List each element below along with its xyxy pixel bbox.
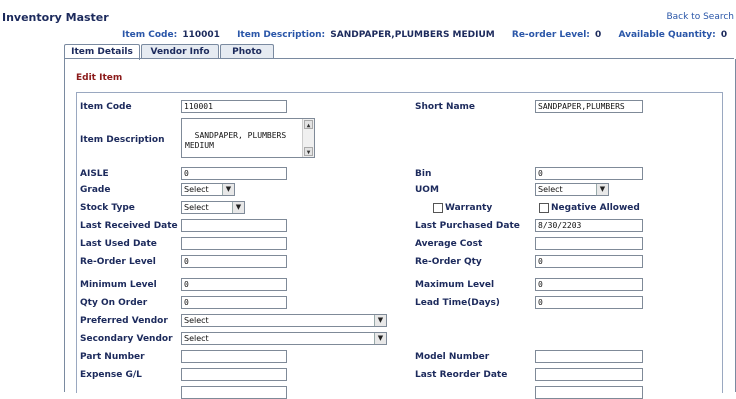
last-received-date-label: Last Received Date bbox=[80, 221, 178, 231]
page-title: Inventory Master bbox=[2, 11, 109, 24]
preferred-vendor-select-value: Select bbox=[184, 316, 209, 325]
summary-available-quantity-value: 0 bbox=[720, 30, 728, 40]
summary-item-description-label: Item Description: bbox=[237, 30, 326, 40]
uom-select-value: Select bbox=[538, 185, 563, 194]
minimum-level-input[interactable]: 0 bbox=[181, 278, 287, 291]
negative-allowed-checkbox[interactable] bbox=[539, 203, 549, 213]
reorder-level-input[interactable]: 0 bbox=[181, 255, 287, 268]
maximum-level-input[interactable]: 0 bbox=[535, 278, 643, 291]
last-purchased-date-input[interactable]: 8/30/2203 bbox=[535, 219, 643, 232]
summary-item-code-label: Item Code: bbox=[122, 30, 178, 40]
part-number-input[interactable] bbox=[181, 350, 287, 363]
lead-time-label: Lead Time(Days) bbox=[415, 298, 500, 308]
tab-photo[interactable]: Photo bbox=[220, 44, 274, 59]
textarea-scrollbar[interactable]: ▲ ▼ bbox=[302, 119, 314, 157]
short-name-input[interactable]: SANDPAPER,PLUMBERS bbox=[535, 100, 643, 113]
item-code-label: Item Code bbox=[80, 102, 132, 112]
lead-time-input[interactable]: 0 bbox=[535, 296, 643, 309]
summary-reorder-level-value: 0 bbox=[595, 30, 602, 40]
summary-item-code-value: 110001 bbox=[182, 30, 220, 40]
chevron-down-icon[interactable]: ▼ bbox=[222, 184, 234, 195]
next-row-input-right[interactable] bbox=[535, 386, 643, 399]
last-reorder-date-input[interactable] bbox=[535, 368, 643, 381]
minimum-level-label: Minimum Level bbox=[80, 280, 157, 290]
aisle-label: AISLE bbox=[80, 169, 109, 179]
uom-select[interactable]: Select ▼ bbox=[535, 183, 609, 196]
preferred-vendor-label: Preferred Vendor bbox=[80, 316, 168, 326]
bin-input[interactable]: 0 bbox=[535, 167, 643, 180]
summary-item-description-value: SANDPAPER,PLUMBERS MEDIUM bbox=[330, 30, 495, 40]
last-received-date-input[interactable] bbox=[181, 219, 287, 232]
item-code-input[interactable]: 110001 bbox=[181, 100, 287, 113]
stock-type-select-value: Select bbox=[184, 203, 209, 212]
grade-label: Grade bbox=[80, 185, 111, 195]
reorder-level-label: Re-Order Level bbox=[80, 257, 156, 267]
chevron-down-icon[interactable]: ▼ bbox=[596, 184, 608, 195]
short-name-label: Short Name bbox=[415, 102, 476, 112]
model-number-input[interactable] bbox=[535, 350, 643, 363]
grade-select[interactable]: Select ▼ bbox=[181, 183, 235, 196]
secondary-vendor-label: Secondary Vendor bbox=[80, 334, 173, 344]
item-description-label: Item Description bbox=[80, 135, 165, 145]
qty-on-order-input[interactable]: 0 bbox=[181, 296, 287, 309]
edit-item-heading: Edit Item bbox=[76, 73, 123, 83]
reorder-qty-label: Re-Order Qty bbox=[415, 257, 482, 267]
chevron-down-icon[interactable]: ▼ bbox=[374, 315, 386, 326]
last-used-date-input[interactable] bbox=[181, 237, 287, 250]
preferred-vendor-select[interactable]: Select ▼ bbox=[181, 314, 387, 327]
aisle-input[interactable]: 0 bbox=[181, 167, 287, 180]
chevron-down-icon[interactable]: ▼ bbox=[232, 202, 244, 213]
reorder-qty-input[interactable]: 0 bbox=[535, 255, 643, 268]
scroll-up-arrow-icon[interactable]: ▲ bbox=[304, 120, 313, 129]
warranty-checkbox[interactable] bbox=[433, 203, 443, 213]
scroll-down-arrow-icon[interactable]: ▼ bbox=[304, 147, 313, 156]
next-row-input-left[interactable] bbox=[181, 386, 287, 399]
expense-gl-label: Expense G/L bbox=[80, 370, 142, 380]
last-purchased-date-label: Last Purchased Date bbox=[415, 221, 520, 231]
bin-label: Bin bbox=[415, 169, 432, 179]
stock-type-select[interactable]: Select ▼ bbox=[181, 201, 245, 214]
last-reorder-date-label: Last Reorder Date bbox=[415, 370, 508, 380]
summary-reorder-level-label: Re-order Level: bbox=[511, 30, 590, 40]
item-description-textarea[interactable]: SANDPAPER, PLUMBERS MEDIUM ▲ ▼ bbox=[181, 118, 315, 158]
maximum-level-label: Maximum Level bbox=[415, 280, 495, 290]
uom-label: UOM bbox=[415, 185, 439, 195]
chevron-down-icon[interactable]: ▼ bbox=[374, 333, 386, 344]
secondary-vendor-select-value: Select bbox=[184, 334, 209, 343]
summary-available-quantity-label: Available Quantity: bbox=[618, 30, 716, 40]
stock-type-label: Stock Type bbox=[80, 203, 135, 213]
item-summary-bar: Item Code: 110001 Item Description: SAND… bbox=[122, 30, 736, 40]
back-to-search-link[interactable]: Back to Search bbox=[666, 12, 734, 22]
last-used-date-label: Last Used Date bbox=[80, 239, 157, 249]
tab-vendor-info[interactable]: Vendor Info bbox=[141, 44, 219, 59]
expense-gl-input[interactable] bbox=[181, 368, 287, 381]
average-cost-input[interactable] bbox=[535, 237, 643, 250]
average-cost-label: Average Cost bbox=[415, 239, 483, 249]
model-number-label: Model Number bbox=[415, 352, 490, 362]
warranty-label: Warranty bbox=[445, 203, 493, 213]
item-description-text: SANDPAPER, PLUMBERS MEDIUM bbox=[185, 131, 287, 150]
qty-on-order-label: Qty On Order bbox=[80, 298, 148, 308]
secondary-vendor-select[interactable]: Select ▼ bbox=[181, 332, 387, 345]
negative-allowed-label: Negative Allowed bbox=[551, 203, 640, 213]
grade-select-value: Select bbox=[184, 185, 209, 194]
part-number-label: Part Number bbox=[80, 352, 145, 362]
